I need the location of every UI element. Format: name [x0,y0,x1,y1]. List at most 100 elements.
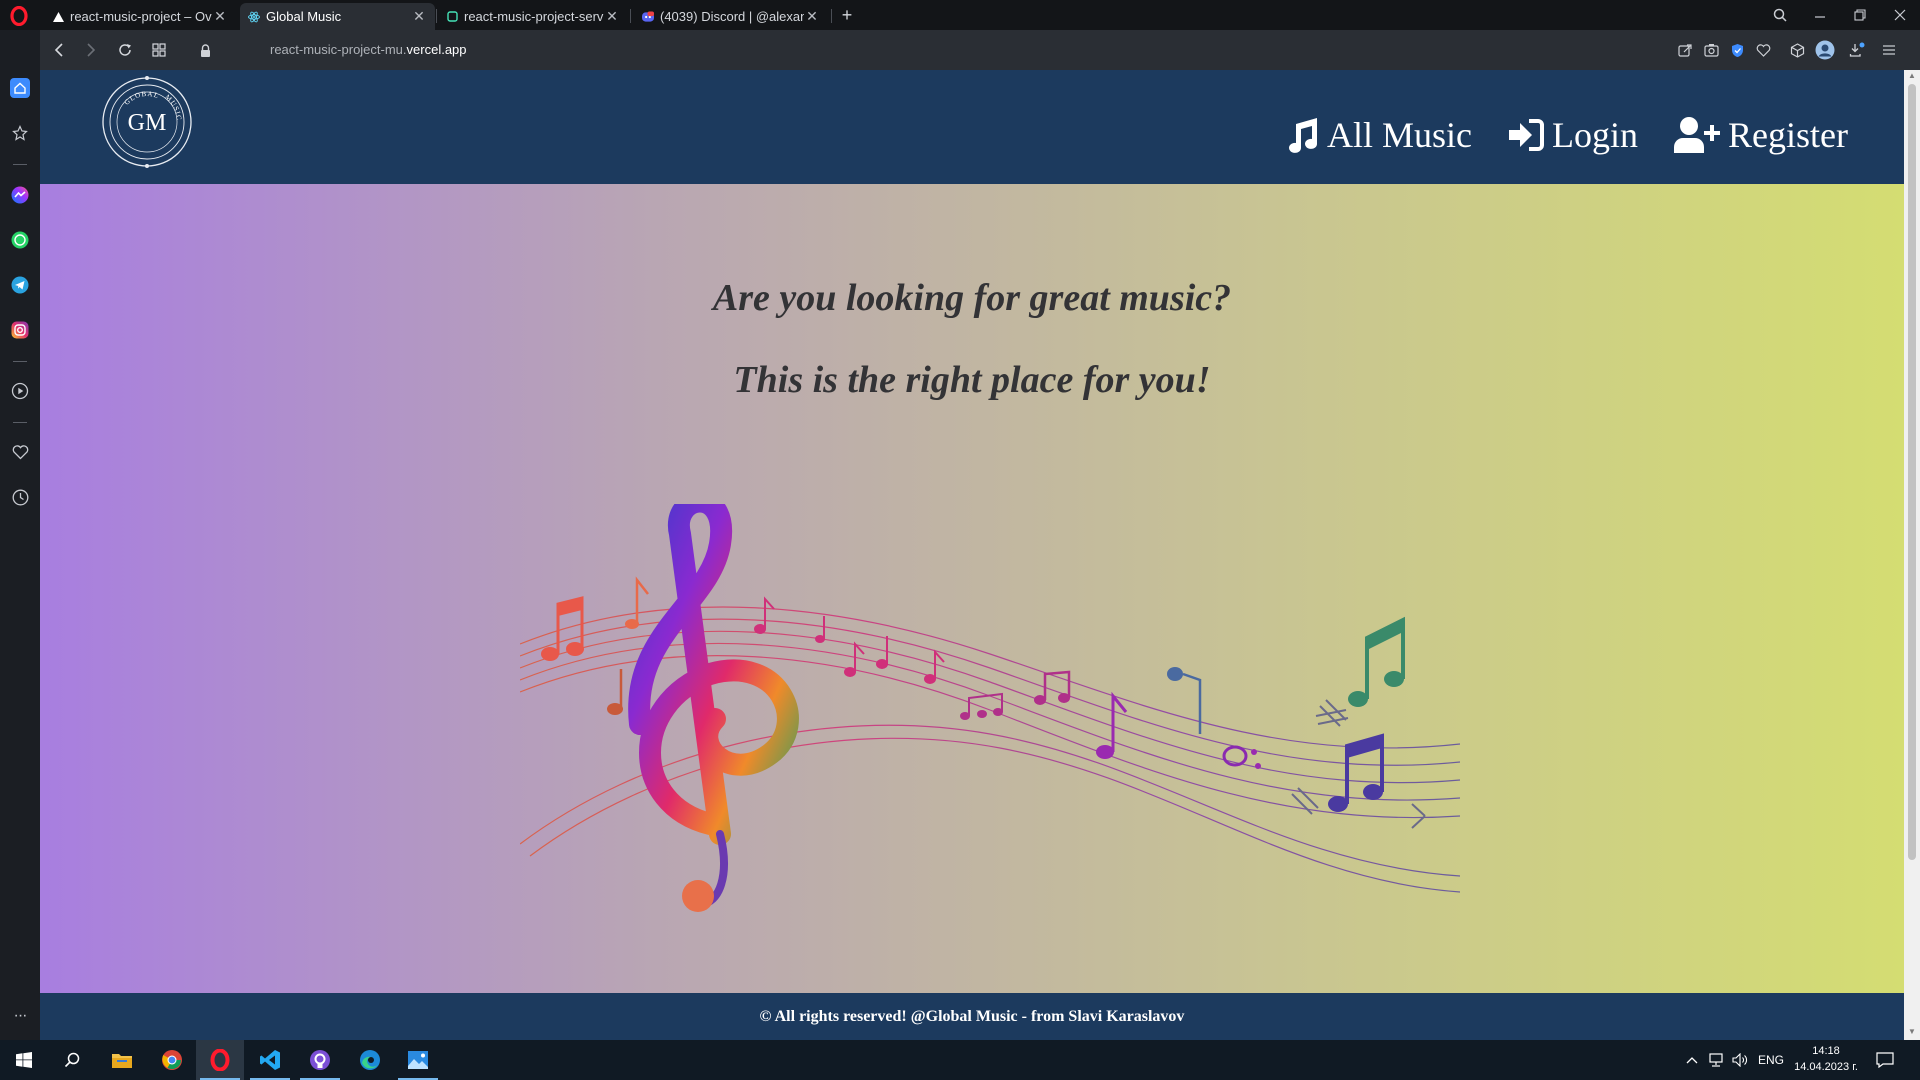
back-icon[interactable] [48,40,70,60]
heart-icon[interactable] [1754,41,1772,59]
windows-start-icon[interactable] [0,1040,48,1080]
sidebar-more-icon[interactable]: ··· [10,1006,30,1026]
messenger-icon[interactable] [10,185,30,205]
page-viewport: GLOBAL MUSIC GM All Music Login Register… [40,70,1904,1040]
home-icon[interactable] [10,78,30,98]
notifications-icon[interactable] [1876,1040,1894,1080]
close-tab-icon[interactable]: ✕ [604,8,620,25]
tab-title: (4039) Discord | @alexander [660,9,804,24]
clock-time: 14:18 [1812,1045,1840,1057]
minimize-window-icon[interactable] [1800,0,1840,30]
edge-icon[interactable] [346,1040,394,1080]
svg-text:GLOBAL: GLOBAL [123,90,161,107]
opera-icon[interactable] [196,1040,244,1080]
close-tab-icon[interactable]: ✕ [411,8,427,25]
nav-login[interactable]: Login [1508,114,1638,156]
tab-title: react-music-project-services [464,9,604,24]
nav-all-music-label: All Music [1327,115,1473,155]
nav-register[interactable]: Register [1674,114,1848,156]
easy-setup-icon[interactable] [1880,41,1898,59]
sidebar-divider [13,361,27,362]
new-tab-button[interactable]: + [836,3,858,27]
network-icon[interactable] [1708,1040,1726,1080]
user-plus-icon [1674,117,1721,153]
search-icon[interactable] [48,1040,96,1080]
vscode-icon[interactable] [246,1040,294,1080]
download-icon[interactable] [1848,41,1866,59]
tab-global-music[interactable]: Global Music ✕ [240,3,435,30]
tab-title: react-music-project – Overview [70,9,212,24]
forward-icon[interactable] [80,40,102,60]
discord-favicon-icon [642,10,654,23]
bookmarks-heart-icon[interactable] [10,442,30,462]
render-favicon-icon [446,11,458,23]
whatsapp-icon[interactable] [10,230,30,250]
player-icon[interactable] [10,381,30,401]
browser-tab-strip: react-music-project – Overview ✕ Global … [0,0,1920,30]
react-favicon-icon [248,11,260,23]
scroll-down-arrow-icon[interactable]: ▼ [1908,1028,1916,1036]
opera-sidebar: ··· [0,30,40,1040]
sidebar-divider [13,422,27,423]
reload-icon[interactable] [114,40,136,60]
vpn-shield-icon[interactable] [1728,41,1746,59]
language-indicator[interactable]: ENG [1758,1040,1784,1080]
nav-all-music[interactable]: All Music [1283,114,1472,156]
scrollbar-thumb[interactable] [1908,84,1916,860]
windows-taskbar: ENG 14:18 14.04.2023 г. [0,1040,1920,1080]
github-desktop-icon[interactable] [296,1040,344,1080]
close-tab-icon[interactable]: ✕ [804,8,820,25]
clock-date: 14.04.2023 г. [1794,1061,1858,1073]
tray-overflow-icon[interactable] [1686,1040,1698,1080]
music-note-icon [1289,118,1317,153]
svg-text:MUSIC: MUSIC [163,93,183,121]
photos-icon[interactable] [394,1040,442,1080]
snapshot-icon[interactable] [1702,41,1720,59]
instagram-icon[interactable] [10,320,30,340]
profile-icon[interactable] [1814,39,1836,61]
address-field[interactable]: react-music-project-mu.vercel.app [270,42,467,57]
volume-icon[interactable] [1732,1040,1748,1080]
nav-register-label: Register [1728,115,1848,155]
history-clock-icon[interactable] [10,487,30,507]
taskbar-clock[interactable]: 14:18 14.04.2023 г. [1786,1043,1866,1075]
vercel-favicon-icon [52,11,64,23]
scroll-up-arrow-icon[interactable]: ▲ [1908,72,1916,80]
close-window-icon[interactable] [1880,0,1920,30]
site-header: GLOBAL MUSIC GM All Music Login Register [40,70,1904,184]
close-tab-icon[interactable]: ✕ [212,8,228,25]
logo-letters: GM [128,110,167,136]
chrome-icon[interactable] [148,1040,196,1080]
file-explorer-icon[interactable] [98,1040,146,1080]
url-prefix: react-music-project-mu. [270,42,407,57]
hero-section: Are you looking for great music? This is… [40,184,1904,993]
tab-render-services[interactable]: react-music-project-services ✕ [438,3,628,30]
tab-discord[interactable]: (4039) Discord | @alexander ✕ [634,3,828,30]
browser-search-icon[interactable] [1760,0,1800,30]
tabs-overview-icon[interactable] [148,40,170,60]
tab-separator [630,9,631,23]
extensions-icon[interactable] [1788,41,1806,59]
site-footer: © All rights reserved! @Global Music - f… [40,993,1904,1040]
restore-window-icon[interactable] [1840,0,1880,30]
sidebar-divider [13,164,27,165]
browser-toolbar: react-music-project-mu.vercel.app [40,30,1920,70]
url-domain: vercel.app [406,42,467,57]
lock-icon[interactable] [194,40,216,60]
nav-login-label: Login [1552,115,1639,155]
pinboard-icon[interactable] [10,123,30,143]
main-nav: All Music Login Register [1283,114,1848,156]
global-music-logo[interactable]: GLOBAL MUSIC GM [101,76,193,168]
tab-separator [831,9,832,23]
tab-title: Global Music [266,9,342,24]
hero-subheadline: This is the right place for you! [733,359,1211,401]
share-icon[interactable] [1676,41,1694,59]
page-scrollbar[interactable]: ▲ ▼ [1904,70,1920,1040]
telegram-icon[interactable] [10,275,30,295]
sign-in-icon [1509,119,1545,151]
tab-separator [436,9,437,23]
opera-menu-icon[interactable] [8,6,30,26]
logo-top-text: GLOBAL [123,90,160,107]
tab-vercel-overview[interactable]: react-music-project – Overview ✕ [44,3,236,30]
treble-clef-music-staff-illustration [520,504,1460,912]
